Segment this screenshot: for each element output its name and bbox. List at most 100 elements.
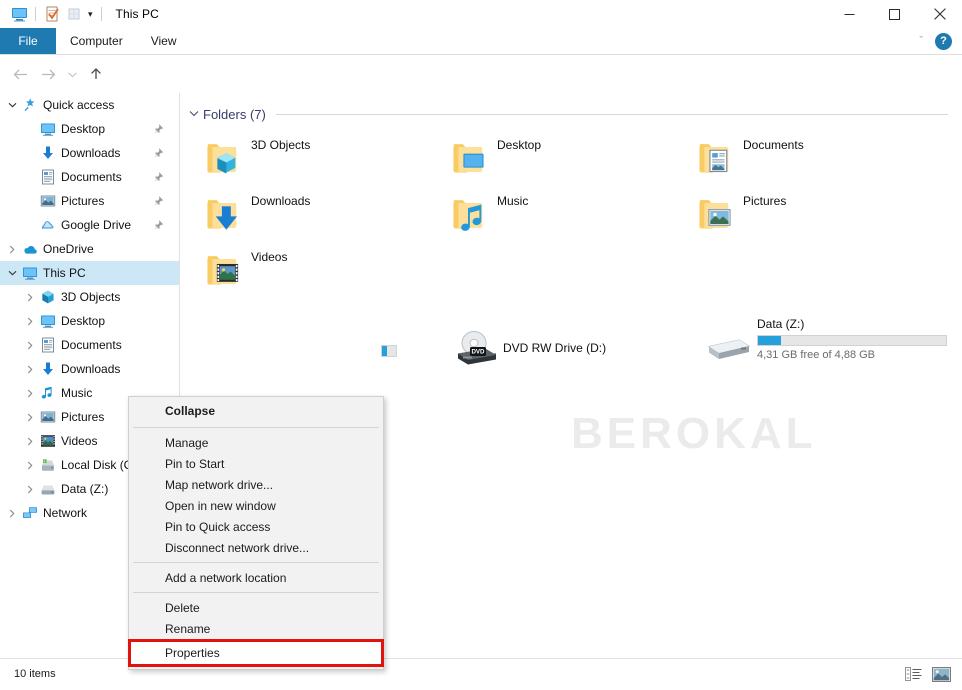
properties-icon[interactable] [41, 3, 63, 25]
folder-videos-icon [195, 243, 251, 295]
this-pc-icon [20, 261, 40, 285]
chevron-down-icon[interactable] [4, 93, 20, 117]
pin-icon[interactable] [154, 171, 165, 185]
network-drive-icon [701, 315, 757, 375]
forward-button[interactable] [36, 62, 60, 86]
context-menu-item-map-network-drive[interactable]: Map network drive... [129, 474, 383, 495]
pin-icon[interactable] [154, 195, 165, 209]
chevron-right-icon[interactable] [22, 429, 38, 453]
context-menu-item-manage[interactable]: Manage [129, 432, 383, 453]
chevron-right-icon[interactable] [22, 357, 38, 381]
sidebar-item-onedrive[interactable]: OneDrive [0, 237, 179, 261]
tab-computer[interactable]: Computer [56, 28, 137, 54]
sidebar-item-label: Google Drive [58, 218, 131, 232]
context-menu-item-properties[interactable]: Properties [128, 639, 384, 667]
up-button[interactable] [84, 62, 108, 86]
chevron-right-icon[interactable] [4, 501, 20, 525]
sidebar-item-this-pc[interactable]: This PC [0, 261, 179, 285]
folder-tile[interactable]: 3D Objects [195, 129, 441, 185]
drive-tile-partial[interactable] [381, 345, 397, 357]
chevron-down-icon[interactable] [4, 261, 20, 285]
downloads-icon [38, 357, 58, 381]
drive-tile-dvd[interactable]: DVD DVD RW Drive (D:) [447, 321, 707, 377]
sidebar-item-pictures[interactable]: Pictures [0, 189, 179, 213]
sidebar-item-label: 3D Objects [58, 290, 120, 304]
sidebar-item-quick-access[interactable]: Quick access [0, 93, 179, 117]
folder-tile[interactable]: Documents [687, 129, 933, 185]
folder-pictures-icon [687, 187, 743, 239]
music-icon [38, 381, 58, 405]
drive-capacity-fill [758, 336, 781, 345]
back-button[interactable] [8, 62, 32, 86]
context-menu-item-pin-to-quick-access[interactable]: Pin to Quick access [129, 516, 383, 537]
context-menu-item-add-a-network-location[interactable]: Add a network location [129, 567, 383, 588]
large-icons-view-icon[interactable] [930, 664, 952, 684]
folder-tile[interactable]: Downloads [195, 185, 441, 241]
spacer [22, 117, 38, 141]
chevron-right-icon[interactable] [22, 285, 38, 309]
desktop-icon [38, 117, 58, 141]
pin-icon[interactable] [154, 219, 165, 233]
new-folder-icon[interactable] [63, 3, 85, 25]
chevron-right-icon[interactable] [22, 453, 38, 477]
folder-music-icon [441, 187, 497, 239]
sidebar-item-label: Documents [58, 338, 122, 352]
folder-tile-label: Music [497, 194, 528, 208]
chevron-right-icon[interactable] [22, 333, 38, 357]
chevron-right-icon[interactable] [22, 405, 38, 429]
sidebar-item-label: Music [58, 386, 92, 400]
folder-desktop-icon [441, 131, 497, 183]
dvd-drive-icon: DVD [447, 323, 503, 375]
chevron-right-icon[interactable] [22, 381, 38, 405]
sidebar-item-documents[interactable]: Documents [0, 165, 179, 189]
folder-3d-objects-icon [195, 131, 251, 183]
ribbon-tab-bar: File Computer View ˇ ? [0, 28, 962, 54]
onedrive-cloud-icon [20, 237, 40, 261]
maximize-button[interactable] [872, 0, 917, 28]
context-menu-item-open-in-new-window[interactable]: Open in new window [129, 495, 383, 516]
sidebar-item-downloads[interactable]: Downloads [0, 357, 179, 381]
recent-locations-button[interactable] [60, 62, 84, 86]
tab-view[interactable]: View [137, 28, 191, 54]
collapse-ribbon-button[interactable]: ˇ [915, 35, 927, 47]
sidebar-item-label: Documents [58, 170, 122, 184]
folder-tile[interactable]: Music [441, 185, 687, 241]
tab-file[interactable]: File [0, 28, 56, 54]
context-menu: Collapse ManagePin to StartMap network dr… [128, 396, 384, 670]
sidebar-item-label: Pictures [58, 194, 104, 208]
view-buttons [902, 664, 952, 684]
sidebar-item-documents[interactable]: Documents [0, 333, 179, 357]
context-menu-item-collapse[interactable]: Collapse [129, 399, 383, 423]
sidebar-item-label: Data (Z:) [58, 482, 108, 496]
chevron-right-icon[interactable] [4, 237, 20, 261]
pin-icon[interactable] [154, 123, 165, 137]
sidebar-item-desktop[interactable]: Desktop [0, 117, 179, 141]
context-menu-item-delete[interactable]: Delete [129, 597, 383, 618]
folder-tile[interactable]: Videos [195, 241, 441, 297]
sidebar-item-downloads[interactable]: Downloads [0, 141, 179, 165]
minimize-button[interactable] [827, 0, 872, 28]
drive-tile-data-z[interactable]: Data (Z:) 4,31 GB free of 4,88 GB [701, 313, 951, 373]
chevron-down-icon[interactable] [189, 109, 203, 120]
chevron-right-icon[interactable] [22, 477, 38, 501]
folder-tile[interactable]: Pictures [687, 185, 933, 241]
context-menu-item-rename[interactable]: Rename [129, 618, 383, 639]
folder-tile[interactable]: Desktop [441, 129, 687, 185]
pin-icon[interactable] [154, 147, 165, 161]
sidebar-item-desktop[interactable]: Desktop [0, 309, 179, 333]
sidebar-item-3d-objects[interactable]: 3D Objects [0, 285, 179, 309]
help-icon[interactable]: ? [935, 33, 952, 50]
drive-tile-label: DVD RW Drive (D:) [503, 341, 606, 355]
spacer [22, 213, 38, 237]
chevron-right-icon[interactable] [22, 309, 38, 333]
quick-access-toolbar: ▾ This PC [0, 0, 159, 28]
details-view-icon[interactable] [902, 664, 924, 684]
context-menu-item-disconnect-network-drive[interactable]: Disconnect network drive... [129, 537, 383, 558]
this-pc-icon[interactable] [8, 3, 30, 25]
sidebar-item-label: OneDrive [40, 242, 94, 256]
folders-group-header[interactable]: Folders (7) [181, 103, 962, 125]
context-menu-item-pin-to-start[interactable]: Pin to Start [129, 453, 383, 474]
sidebar-item-google-drive[interactable]: Google Drive [0, 213, 179, 237]
close-button[interactable] [917, 0, 962, 28]
customize-quick-access-button[interactable]: ▾ [85, 9, 96, 20]
